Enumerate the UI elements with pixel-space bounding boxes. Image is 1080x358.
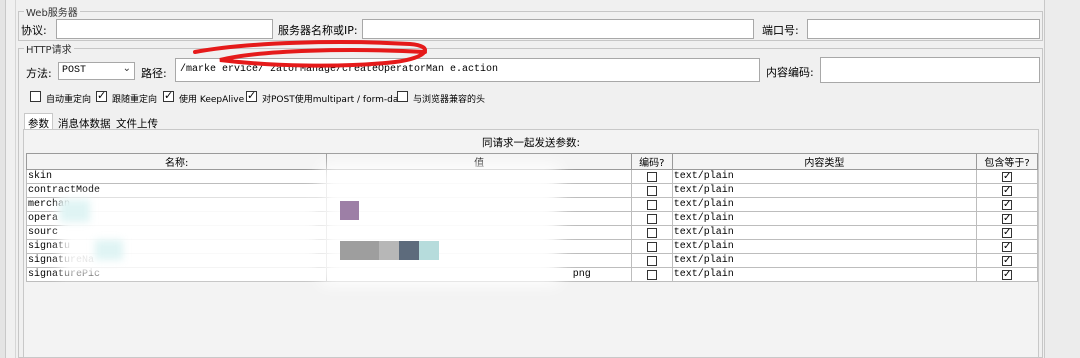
column-header-name[interactable]: 名称: (25, 153, 328, 170)
content-type-cell[interactable]: text/plain (671, 239, 978, 254)
keepalive-label: 使用 KeepAlive (179, 95, 245, 105)
right-scroll-area[interactable] (1044, 0, 1080, 358)
protocol-label: 协议: (21, 24, 47, 37)
blur-overlay-center (320, 165, 560, 285)
follow-redirect-label: 跟随重定向 (112, 95, 158, 105)
include-equals-checkbox[interactable] (1002, 171, 1013, 183)
encode-cell[interactable] (630, 169, 673, 184)
column-header-content-type[interactable]: 内容类型 (671, 153, 978, 170)
content-type-cell[interactable]: text/plain (671, 169, 978, 184)
auto-redirect-checkbox[interactable] (30, 91, 41, 102)
include-equals-checkbox[interactable] (1002, 269, 1013, 281)
encode-checkbox[interactable] (646, 242, 657, 252)
encode-cell[interactable] (630, 239, 673, 254)
blur-block-teal (419, 241, 439, 260)
port-label: 端口号: (762, 24, 799, 37)
params-table-title: 同请求一起发送参数: (481, 137, 581, 149)
encode-cell[interactable] (630, 225, 673, 240)
encode-checkbox[interactable] (646, 256, 657, 266)
server-label: 服务器名称或IP: (278, 24, 358, 37)
http-request-legend: HTTP请求 (24, 41, 74, 56)
include-equals-checkbox[interactable] (1002, 185, 1013, 197)
red-redaction-scribble (193, 40, 427, 68)
keepalive-checkbox[interactable] (163, 89, 174, 103)
web-server-legend: Web服务器 (24, 4, 80, 19)
content-type-cell[interactable]: text/plain (671, 211, 978, 226)
blur-block-gray (340, 241, 379, 260)
content-type-cell[interactable]: text/plain (671, 253, 978, 268)
browser-headers-label: 与浏览器兼容的头 (413, 95, 486, 105)
include-equals-checkbox[interactable] (1002, 213, 1013, 225)
follow-redirect-checkbox[interactable] (96, 89, 107, 103)
blur-overlay-teal (60, 200, 90, 222)
content-type-cell[interactable]: text/plain (671, 183, 978, 198)
include-equals-checkbox[interactable] (1002, 227, 1013, 239)
include-equals-cell[interactable] (976, 183, 1038, 198)
param-name-cell[interactable]: skin (25, 169, 328, 184)
left-panel-edge (6, 0, 16, 358)
content-type-cell[interactable]: text/plain (671, 197, 978, 212)
include-equals-checkbox[interactable] (1002, 199, 1013, 211)
chevron-down-icon: ⌄ (122, 63, 131, 74)
include-equals-cell[interactable] (976, 239, 1038, 254)
include-equals-checkbox[interactable] (1002, 255, 1013, 267)
encode-checkbox[interactable] (646, 172, 657, 182)
method-select[interactable]: POST ⌄ (58, 62, 135, 80)
encoding-label: 内容编码: (766, 66, 814, 79)
include-equals-cell[interactable] (976, 225, 1038, 240)
protocol-input[interactable] (56, 19, 273, 39)
column-header-encode[interactable]: 编码? (630, 153, 673, 170)
include-equals-cell[interactable] (976, 253, 1038, 268)
encode-cell[interactable] (630, 253, 673, 268)
include-equals-cell[interactable] (976, 197, 1038, 212)
encode-checkbox[interactable] (646, 200, 657, 210)
content-type-cell[interactable]: text/plain (671, 225, 978, 240)
include-equals-cell[interactable] (976, 267, 1038, 282)
encode-checkbox[interactable] (646, 228, 657, 238)
path-label: 路径: (141, 67, 167, 80)
blur-block-gray-2 (379, 241, 399, 260)
blur-overlay-left (60, 196, 320, 276)
content-type-cell[interactable]: text/plain (671, 267, 978, 282)
encode-cell[interactable] (630, 197, 673, 212)
encode-checkbox[interactable] (646, 270, 657, 280)
encode-checkbox[interactable] (646, 186, 657, 196)
port-input[interactable] (807, 19, 1040, 39)
blur-block-slate (399, 241, 419, 260)
blur-overlay-teal-2 (95, 240, 123, 260)
auto-redirect-label: 自动重定向 (46, 95, 92, 105)
encode-cell[interactable] (630, 211, 673, 226)
multipart-label: 对POST使用multipart / form-data (262, 95, 408, 105)
method-label: 方法: (26, 67, 52, 80)
encode-checkbox[interactable] (646, 214, 657, 224)
blur-block-purple (340, 201, 359, 220)
encoding-input[interactable] (820, 57, 1040, 83)
encode-cell[interactable] (630, 267, 673, 282)
browser-headers-checkbox[interactable] (397, 91, 408, 102)
multipart-checkbox[interactable] (246, 89, 257, 103)
encode-cell[interactable] (630, 183, 673, 198)
include-equals-checkbox[interactable] (1002, 241, 1013, 253)
column-header-include-equals[interactable]: 包含等于? (976, 153, 1038, 170)
include-equals-cell[interactable] (976, 211, 1038, 226)
server-input[interactable] (362, 19, 754, 39)
include-equals-cell[interactable] (976, 169, 1038, 184)
